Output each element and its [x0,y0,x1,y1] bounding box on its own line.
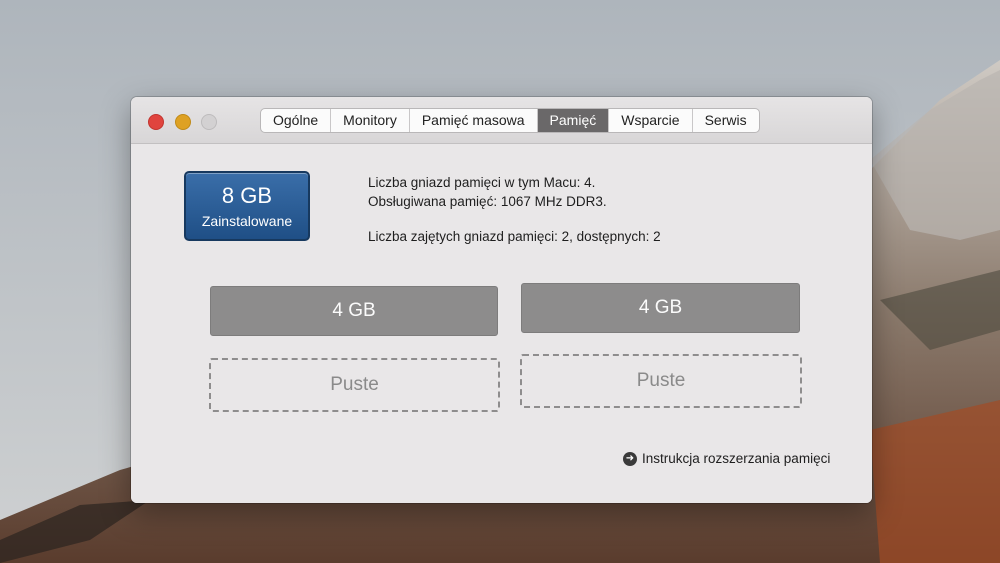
tab-pamiec-masowa[interactable]: Pamięć masowa [410,109,538,132]
memory-slot-4: Puste [520,354,802,408]
zoom-button[interactable] [201,114,217,130]
titlebar: Ogólne Monitory Pamięć masowa Pamięć Wsp… [131,97,872,144]
memory-slot-3: Puste [209,358,500,412]
memory-slot-2: 4 GB [521,283,800,333]
memory-upgrade-link-label: Instrukcja rozszerzania pamięci [642,451,831,466]
tab-ogolne[interactable]: Ogólne [261,109,332,132]
memory-panel: 8 GB Zainstalowane Liczba gniazd pamięci… [131,144,872,503]
installed-memory-label: Zainstalowane [201,213,293,229]
slot-usage-text: Liczba zajętych gniazd pamięci: 2, dostę… [368,229,661,244]
memory-upgrade-link[interactable]: ➜ Instrukcja rozszerzania pamięci [623,451,830,466]
tab-bar: Ogólne Monitory Pamięć masowa Pamięć Wsp… [260,108,760,133]
tab-wsparcie[interactable]: Wsparcie [609,109,693,132]
tab-serwis[interactable]: Serwis [693,109,759,132]
slot-count-text: Liczba gniazd pamięci w tym Macu: 4. [368,175,596,190]
supported-memory-text: Obsługiwana pamięć: 1067 MHz DDR3. [368,194,607,209]
memory-info: Liczba gniazd pamięci w tym Macu: 4. Obs… [368,173,661,246]
tab-monitory[interactable]: Monitory [331,109,410,132]
about-this-mac-window: Ogólne Monitory Pamięć masowa Pamięć Wsp… [131,97,872,503]
minimize-button[interactable] [175,114,191,130]
installed-memory-badge: 8 GB Zainstalowane [184,171,310,241]
arrow-right-circle-icon: ➜ [623,451,637,466]
tab-pamiec[interactable]: Pamięć [537,109,610,132]
installed-memory-size: 8 GB [221,183,273,208]
memory-slot-1: 4 GB [210,286,498,336]
close-button[interactable] [148,114,164,130]
